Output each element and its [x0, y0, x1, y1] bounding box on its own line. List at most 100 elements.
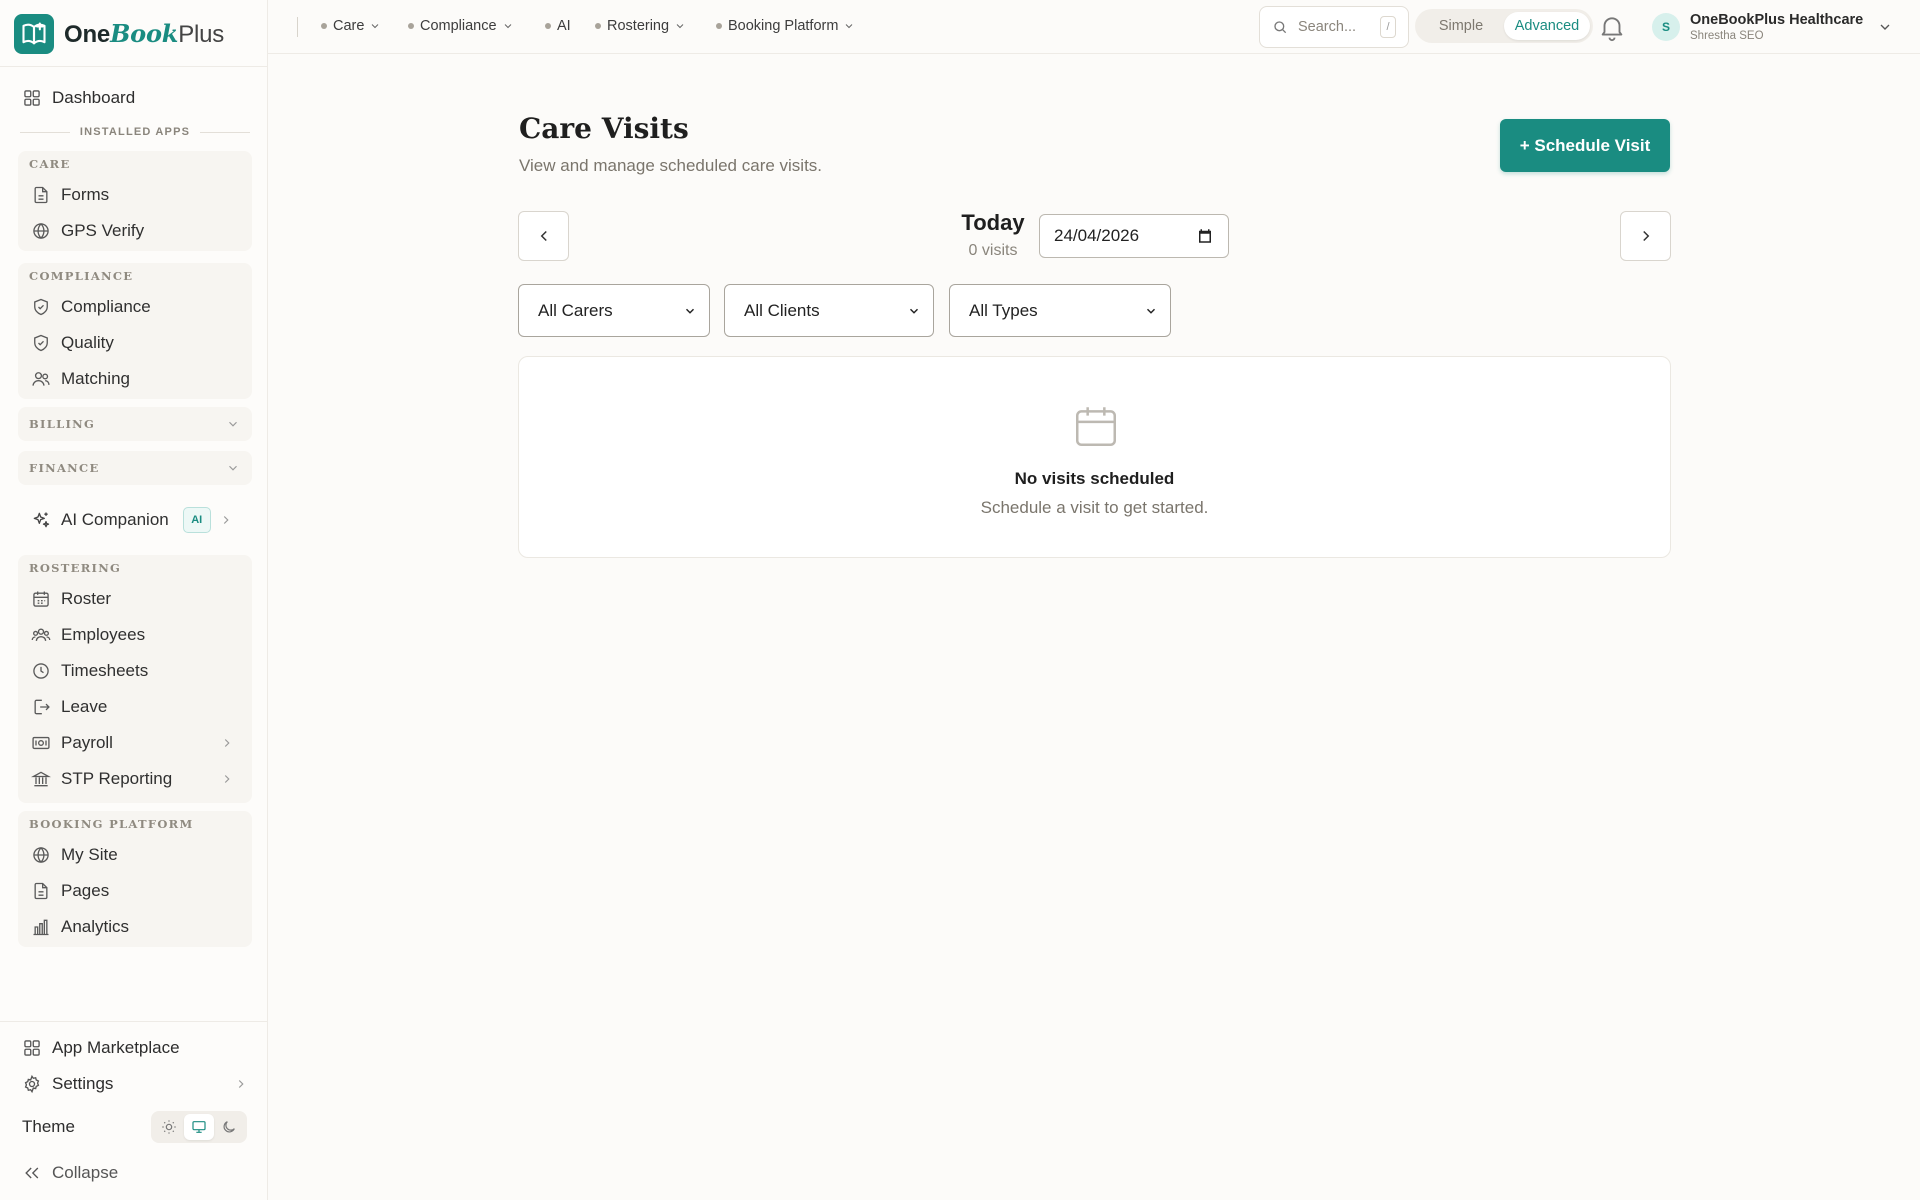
- visit-count: 0 visits: [968, 242, 1018, 259]
- date-summary: Today 0 visits: [930, 210, 1056, 260]
- users-group-icon: [31, 628, 51, 641]
- chevron-down-icon: [1880, 24, 1890, 30]
- divider: [297, 17, 298, 37]
- sidebar-item-pages[interactable]: Pages: [18, 873, 252, 909]
- notifications-button[interactable]: [1597, 12, 1627, 42]
- group-heading: CARE: [18, 151, 252, 177]
- compliance-group: COMPLIANCE Compliance Quality Matching: [18, 263, 252, 399]
- previous-day-button[interactable]: [518, 211, 569, 261]
- sidebar-item-roster[interactable]: Roster: [18, 581, 252, 617]
- sidebar-item-my-site[interactable]: My Site: [18, 837, 252, 873]
- sidebar-item-label: STP Reporting: [61, 769, 173, 788]
- theme-light-button[interactable]: [154, 1114, 184, 1140]
- finance-group-toggle[interactable]: FINANCE: [18, 451, 252, 485]
- sidebar-item-label: Dashboard: [52, 88, 136, 107]
- collapse-sidebar-button[interactable]: Collapse: [22, 1158, 118, 1188]
- topnav-care[interactable]: Care: [321, 0, 381, 52]
- chevron-down-icon: [685, 308, 695, 314]
- theme-switcher: Theme: [22, 1111, 247, 1143]
- sidebar-item-label: Settings: [52, 1074, 114, 1093]
- sun-icon: [162, 1120, 176, 1134]
- sidebar-item-forms[interactable]: Forms: [18, 177, 252, 213]
- visits-empty-state: No visits scheduled Schedule a visit to …: [518, 356, 1671, 558]
- divider: [0, 66, 267, 67]
- globe-icon: [33, 222, 49, 240]
- group-heading-label: BOOKING PLATFORM: [29, 817, 194, 831]
- sidebar-item-gps-verify[interactable]: GPS Verify: [18, 213, 252, 249]
- group-heading-label: CARE: [29, 157, 71, 171]
- clock-icon: [33, 663, 49, 679]
- sidebar-item-app-marketplace[interactable]: App Marketplace: [22, 1033, 180, 1063]
- app-logo[interactable]: OneBookPlus: [14, 14, 224, 54]
- calendar-icon[interactable]: [1196, 227, 1214, 245]
- chevron-down-icon: [909, 308, 919, 314]
- chevron-down-icon: [846, 24, 853, 29]
- empty-state-subtitle: Schedule a visit to get started.: [980, 498, 1209, 517]
- topnav-rostering[interactable]: Rostering: [595, 0, 686, 52]
- mode-advanced-button[interactable]: Advanced: [1504, 12, 1590, 40]
- sidebar-item-quality[interactable]: Quality: [18, 325, 252, 361]
- status-dot: [321, 23, 327, 29]
- chevron-right-icon: [1642, 230, 1649, 242]
- sidebar-item-label: AI Companion: [61, 510, 169, 529]
- sidebar-item-label: Pages: [61, 881, 110, 900]
- divider: [0, 1021, 267, 1022]
- sidebar-item-timesheets[interactable]: Timesheets: [18, 653, 252, 689]
- topnav-compliance[interactable]: Compliance: [408, 0, 514, 52]
- select-value: All Clients: [744, 300, 820, 320]
- sidebar-item-compliance[interactable]: Compliance: [18, 289, 252, 325]
- topnav-label: Rostering: [607, 18, 670, 34]
- today-label: Today: [961, 210, 1025, 235]
- page-subtitle: View and manage scheduled care visits.: [519, 156, 823, 175]
- sidebar-item-ai-companion[interactable]: AI Companion AI: [18, 500, 252, 540]
- next-day-button[interactable]: [1620, 211, 1671, 261]
- user-menu[interactable]: S OneBookPlus Healthcare Shrestha SEO: [1652, 8, 1893, 46]
- sidebar-item-payroll[interactable]: Payroll: [18, 725, 252, 761]
- sidebar-item-label: Payroll: [61, 733, 113, 752]
- sidebar-item-label: Quality: [61, 333, 114, 352]
- search-icon: [1274, 21, 1287, 34]
- moon-icon: [223, 1121, 235, 1133]
- status-dot: [545, 23, 551, 29]
- search-shortcut-hint: /: [1380, 16, 1396, 38]
- sidebar-item-label: Leave: [61, 697, 108, 716]
- sidebar-item-label: Compliance: [61, 297, 151, 316]
- monitor-icon: [192, 1121, 206, 1133]
- theme-dark-button[interactable]: [214, 1114, 244, 1140]
- type-filter-select[interactable]: All Types: [949, 284, 1171, 337]
- user-info: OneBookPlus Healthcare Shrestha SEO: [1690, 12, 1863, 42]
- installed-apps-divider: INSTALLED APPS: [20, 124, 250, 140]
- calendar-icon: [33, 591, 49, 607]
- schedule-visit-button[interactable]: + Schedule Visit: [1500, 119, 1670, 172]
- group-heading: ROSTERING: [18, 555, 252, 581]
- logout-icon: [34, 699, 50, 715]
- sidebar-item-analytics[interactable]: Analytics: [18, 909, 252, 945]
- sidebar-item-stp-reporting[interactable]: STP Reporting: [18, 761, 252, 797]
- care-group: CARE Forms GPS Verify: [18, 151, 252, 251]
- chevron-down-icon: [504, 24, 511, 29]
- brand-book: Book: [110, 19, 179, 48]
- sidebar-item-label: Analytics: [61, 917, 130, 936]
- sidebar-item-matching[interactable]: Matching: [18, 361, 252, 397]
- sidebar-item-settings[interactable]: Settings: [22, 1069, 248, 1099]
- topnav-booking-platform[interactable]: Booking Platform: [716, 0, 855, 52]
- mode-simple-button[interactable]: Simple: [1418, 12, 1504, 40]
- sidebar-item-dashboard[interactable]: Dashboard: [22, 83, 135, 113]
- billing-group-toggle[interactable]: BILLING: [18, 407, 252, 441]
- search-input[interactable]: Search... /: [1259, 6, 1409, 48]
- sidebar-item-leave[interactable]: Leave: [18, 689, 252, 725]
- client-filter-select[interactable]: All Clients: [724, 284, 934, 337]
- avatar: S: [1652, 13, 1680, 41]
- group-heading-label: ROSTERING: [29, 561, 122, 575]
- date-picker-input[interactable]: 24/04/2026: [1039, 214, 1229, 258]
- sidebar-item-employees[interactable]: Employees: [18, 617, 252, 653]
- topnav-ai[interactable]: AI: [545, 0, 571, 52]
- chevron-right-icon: [224, 775, 230, 783]
- brand-name: OneBookPlus: [64, 19, 224, 49]
- collapse-label: Collapse: [52, 1163, 119, 1182]
- sidebar-item-label: Matching: [61, 369, 130, 388]
- theme-system-button[interactable]: [184, 1114, 214, 1140]
- gear-icon: [24, 1074, 40, 1094]
- status-dot: [408, 23, 414, 29]
- carer-filter-select[interactable]: All Carers: [518, 284, 710, 337]
